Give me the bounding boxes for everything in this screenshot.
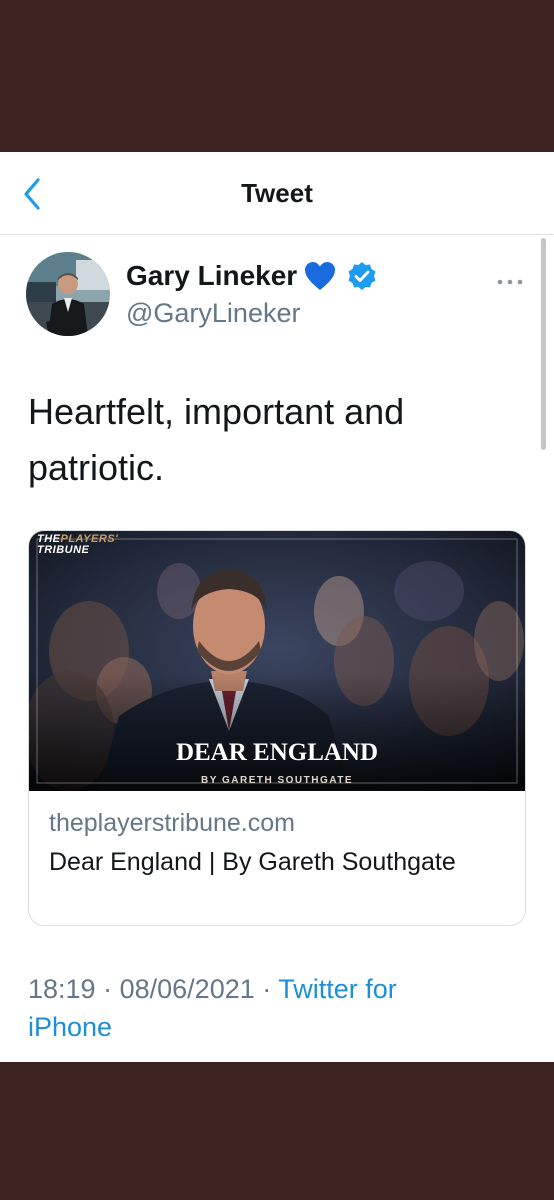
separator: · — [103, 974, 113, 1004]
card-image-byline: BY GARETH SOUTHGATE — [200, 775, 354, 786]
card-image: THEPLAYERS' TRIBUNE DEAR ENGLAND BY GARE… — [29, 531, 525, 791]
brand-logo: THEPLAYERS' TRIBUNE — [37, 533, 119, 556]
avatar[interactable] — [26, 252, 110, 336]
tweet-screen: Tweet Gary Lineker @GaryLineker Heartfel… — [0, 152, 554, 1062]
verified-badge-icon — [348, 262, 376, 290]
more-options-button[interactable] — [496, 274, 524, 285]
separator: · — [262, 974, 272, 1004]
bottom-background-band — [0, 1062, 554, 1200]
page-title: Tweet — [241, 178, 313, 208]
card-image-headline: DEAR ENGLAND — [175, 739, 379, 766]
blue-heart-icon — [305, 262, 336, 290]
tweet-metadata: 18:19 · 08/06/2021 · Twitter for iPhone — [28, 970, 488, 1046]
top-background-band — [0, 0, 554, 152]
tweet-text: Heartfelt, important and patriotic. — [28, 391, 405, 488]
avatar-photo — [26, 252, 110, 336]
card-title: Dear England | By Gareth Southgate — [49, 848, 456, 876]
link-card[interactable]: THEPLAYERS' TRIBUNE DEAR ENGLAND BY GARE… — [28, 530, 526, 926]
navigation-bar: Tweet — [0, 152, 554, 235]
tweet-date: 08/06/2021 — [119, 974, 255, 1004]
author-handle[interactable]: @GaryLineker — [126, 298, 300, 329]
author-name[interactable]: Gary Lineker — [126, 260, 297, 292]
tweet-time: 18:19 — [28, 974, 96, 1004]
card-domain: theplayerstribune.com — [49, 809, 295, 837]
scrollbar[interactable] — [541, 238, 546, 450]
ellipsis-icon — [497, 279, 523, 285]
author-name-row[interactable]: Gary Lineker — [126, 260, 377, 292]
